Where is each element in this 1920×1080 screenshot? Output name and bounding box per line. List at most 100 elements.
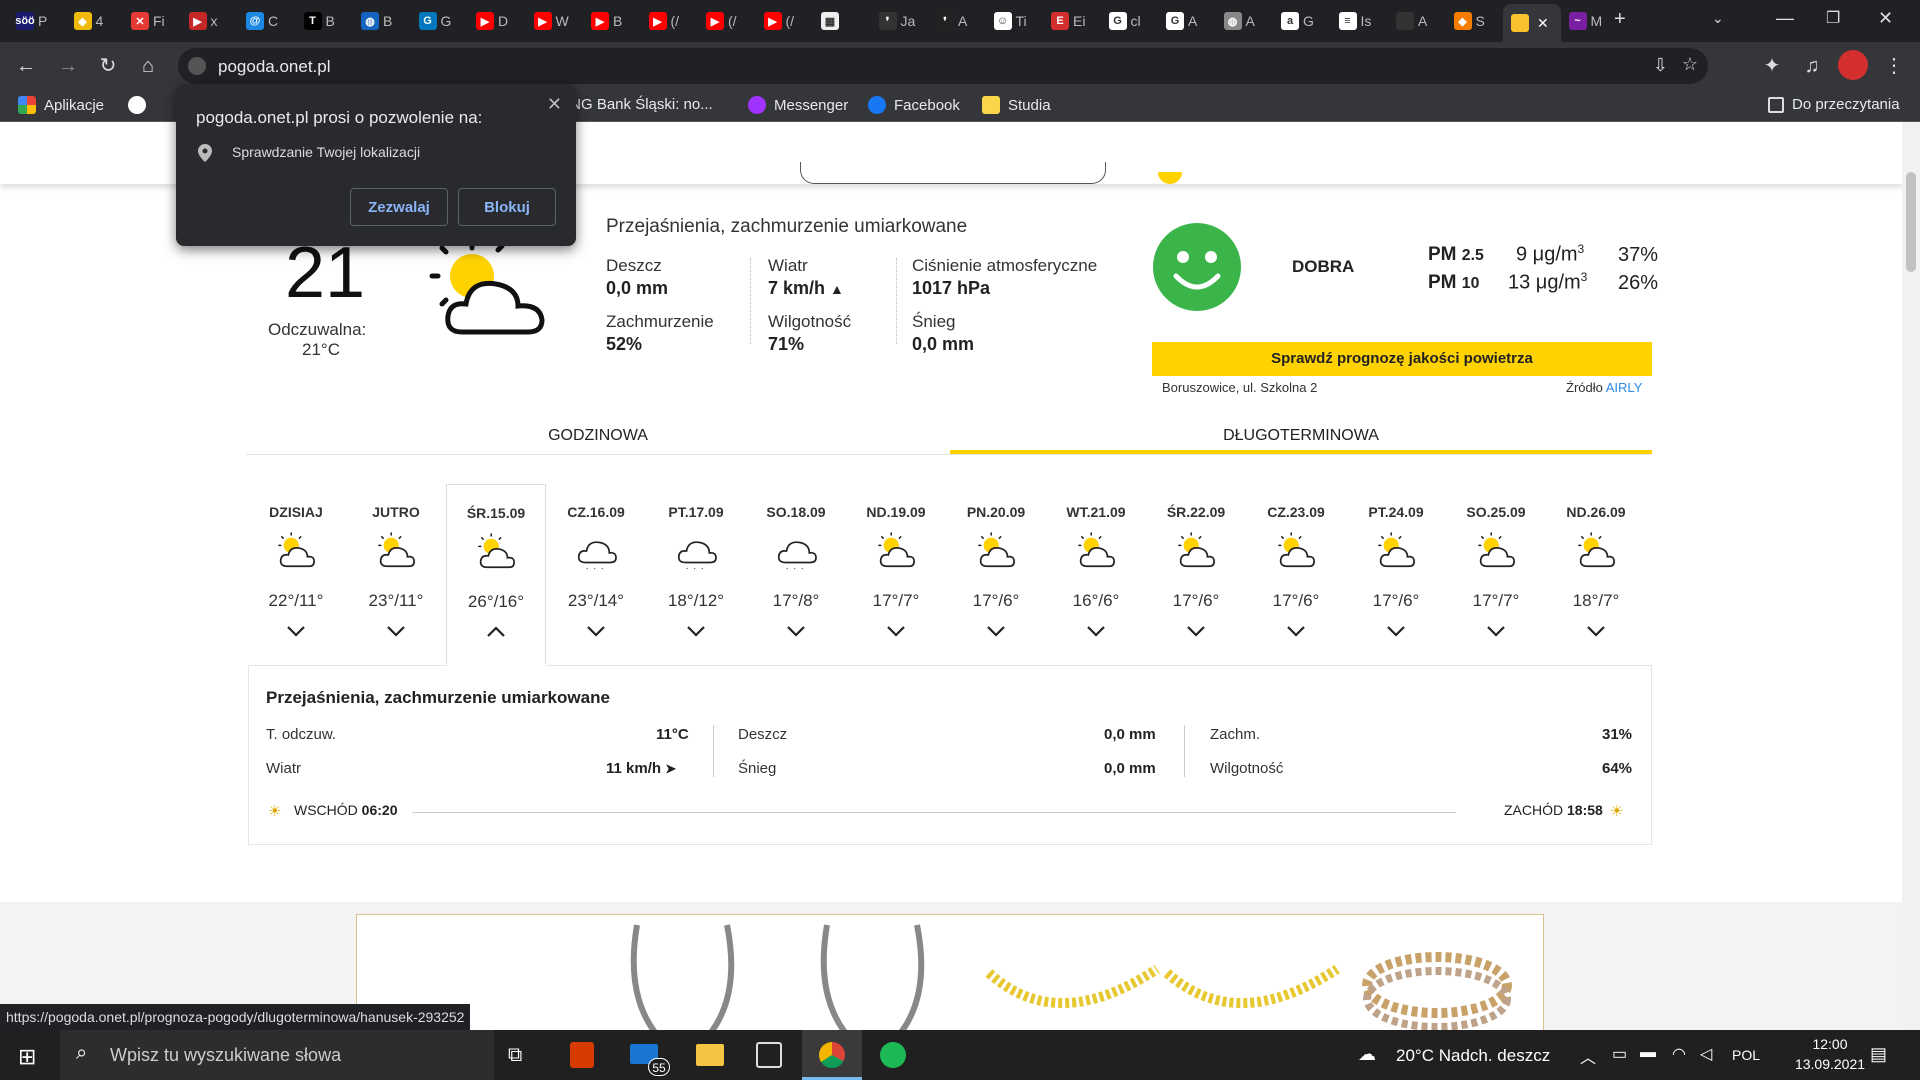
extensions-icon[interactable]: ✦: [1758, 52, 1786, 80]
install-icon[interactable]: ⇩: [1653, 55, 1668, 76]
chevron-down-icon[interactable]: [646, 621, 746, 642]
bookmark-messenger[interactable]: Messenger: [748, 96, 848, 114]
minimize-button[interactable]: —: [1776, 8, 1794, 29]
forward-button[interactable]: →: [54, 52, 82, 80]
airly-link[interactable]: AIRLY: [1606, 380, 1643, 395]
office-icon[interactable]: [570, 1042, 594, 1068]
forecast-day[interactable]: ŚR.22.09 17°/6°: [1146, 484, 1246, 642]
tray-chevron-icon[interactable]: ︿: [1580, 1044, 1596, 1068]
back-button[interactable]: ←: [12, 52, 40, 80]
forecast-day[interactable]: ŚR.15.09 26°/16°: [446, 484, 546, 664]
bookmark-studia[interactable]: Studia: [982, 96, 1051, 114]
forecast-day[interactable]: JUTRO 23°/11°: [346, 484, 446, 642]
scrollbar-thumb[interactable]: [1906, 172, 1916, 272]
windows-start-icon[interactable]: ⊞: [18, 1044, 36, 1070]
task-view-icon[interactable]: ⧉: [508, 1044, 522, 1067]
media-icon[interactable]: ♫: [1798, 52, 1826, 80]
notifications-icon[interactable]: ▤: [1870, 1044, 1887, 1065]
meet-icon[interactable]: ▭: [1612, 1044, 1627, 1064]
browser-tab[interactable]: GG: [411, 8, 469, 34]
language-indicator[interactable]: POL: [1732, 1047, 1760, 1063]
chevron-down-icon[interactable]: [746, 621, 846, 642]
close-icon[interactable]: ✕: [547, 94, 562, 115]
chevron-up-icon[interactable]: [447, 622, 545, 643]
chevron-down-icon[interactable]: [1446, 621, 1546, 642]
clock-time[interactable]: 12:00: [1790, 1036, 1870, 1052]
chevron-down-icon[interactable]: [1146, 621, 1246, 642]
block-button[interactable]: Blokuj: [458, 188, 556, 226]
tab-longterm[interactable]: DŁUGOTERMINOWA: [950, 418, 1652, 454]
allow-button[interactable]: Zezwalaj: [350, 188, 448, 226]
forecast-day[interactable]: ND.19.09 17°/7°: [846, 484, 946, 642]
bookmark-facebook[interactable]: Facebook: [868, 96, 960, 114]
forecast-day[interactable]: DZISIAJ 22°/11°: [246, 484, 346, 642]
clock-date[interactable]: 13.09.2021: [1790, 1056, 1870, 1072]
browser-tab[interactable]: ◆ S: [1446, 8, 1504, 34]
address-bar[interactable]: pogoda.onet.pl ⇩ ☆: [178, 48, 1708, 84]
browser-tab[interactable]: ~ M: [1561, 8, 1619, 34]
chevron-down-icon[interactable]: [1346, 621, 1446, 642]
forecast-day[interactable]: WT.21.09 16°/6°: [1046, 484, 1146, 642]
forecast-day[interactable]: ND.26.09 18°/7°: [1546, 484, 1646, 642]
browser-tab[interactable]: ◍ A: [1216, 8, 1274, 34]
weather-widget[interactable]: 20°C Nadch. deszcz: [1396, 1046, 1550, 1066]
chevron-down-icon[interactable]: [546, 621, 646, 642]
bookmark-star-icon[interactable]: ☆: [1682, 54, 1698, 75]
browser-tab[interactable]: ▶ D: [468, 8, 526, 34]
restore-button[interactable]: ❐: [1826, 8, 1840, 28]
volume-icon[interactable]: ◁: [1700, 1044, 1712, 1064]
close-window-button[interactable]: ✕: [1878, 8, 1893, 29]
browser-tab[interactable]: @ C: [238, 8, 296, 34]
tab-hourly[interactable]: GODZINOWA: [246, 418, 950, 454]
home-button[interactable]: ⌂: [134, 52, 162, 80]
forecast-day[interactable]: PT.24.09 17°/6°: [1346, 484, 1446, 642]
reading-list[interactable]: Do przeczytania: [1768, 96, 1900, 113]
browser-tab[interactable]: ≡ Is: [1331, 8, 1389, 34]
close-tab-icon[interactable]: ✕: [1537, 15, 1549, 32]
browser-tab[interactable]: söö P: [8, 8, 66, 34]
browser-tab[interactable]: ▶ B: [583, 8, 641, 34]
bookmark-apps[interactable]: Aplikacje: [18, 96, 104, 114]
browser-tab[interactable]: A: [1388, 8, 1446, 34]
forecast-day[interactable]: PT.17.09 18°/12°: [646, 484, 746, 642]
search-box[interactable]: [800, 162, 1106, 184]
browser-tab[interactable]: ◍ B: [353, 8, 411, 34]
file-explorer-icon[interactable]: [696, 1044, 724, 1066]
wifi-icon[interactable]: ◠: [1672, 1044, 1686, 1064]
lock-icon[interactable]: [188, 57, 206, 75]
browser-tab[interactable]: ▶ (/: [698, 8, 756, 34]
bookmark-ing[interactable]: ING Bank Śląski: no...: [566, 96, 713, 113]
bookmark-olx[interactable]: [128, 96, 146, 114]
forecast-day[interactable]: CZ.23.09 17°/6°: [1246, 484, 1346, 642]
chevron-down-icon[interactable]: [1546, 621, 1646, 642]
chevron-down-icon[interactable]: [846, 621, 946, 642]
browser-tab[interactable]: ☺ Ti: [986, 8, 1044, 34]
air-forecast-button[interactable]: Sprawdź prognozę jakości powietrza: [1152, 342, 1652, 376]
browser-tab[interactable]: GA: [1158, 8, 1216, 34]
forecast-day[interactable]: CZ.16.09 23°/14°: [546, 484, 646, 642]
profile-avatar[interactable]: [1838, 50, 1868, 80]
page-scrollbar[interactable]: [1902, 122, 1920, 1030]
browser-tab[interactable]: ▶ x: [181, 8, 239, 34]
browser-tab[interactable]: Gcl: [1101, 8, 1159, 34]
browser-tab[interactable]: ❜ Ja: [871, 8, 929, 34]
chrome-taskbar-button[interactable]: [802, 1030, 862, 1080]
store-icon[interactable]: [756, 1042, 782, 1068]
browser-tab[interactable]: aG: [1273, 8, 1331, 34]
spotify-icon[interactable]: [880, 1042, 906, 1068]
chevron-down-icon[interactable]: [1046, 621, 1146, 642]
chevron-down-icon[interactable]: [246, 621, 346, 642]
browser-tab[interactable]: ▦: [813, 8, 871, 34]
reload-button[interactable]: ↻: [94, 52, 122, 80]
forecast-day[interactable]: SO.18.09 17°/8°: [746, 484, 846, 642]
tab-search-icon[interactable]: ⌄: [1712, 10, 1724, 27]
browser-tab[interactable]: ✕: [1503, 4, 1561, 42]
menu-icon[interactable]: ⋮: [1880, 52, 1908, 80]
browser-tab[interactable]: ▶ W: [526, 8, 584, 34]
browser-tab[interactable]: ✕ Fi: [123, 8, 181, 34]
chevron-down-icon[interactable]: [1246, 621, 1346, 642]
chevron-down-icon[interactable]: [946, 621, 1046, 642]
browser-tab[interactable]: ◆ 4: [66, 8, 124, 34]
forecast-day[interactable]: SO.25.09 17°/7°: [1446, 484, 1546, 642]
browser-tab[interactable]: ▶ (/: [756, 8, 814, 34]
